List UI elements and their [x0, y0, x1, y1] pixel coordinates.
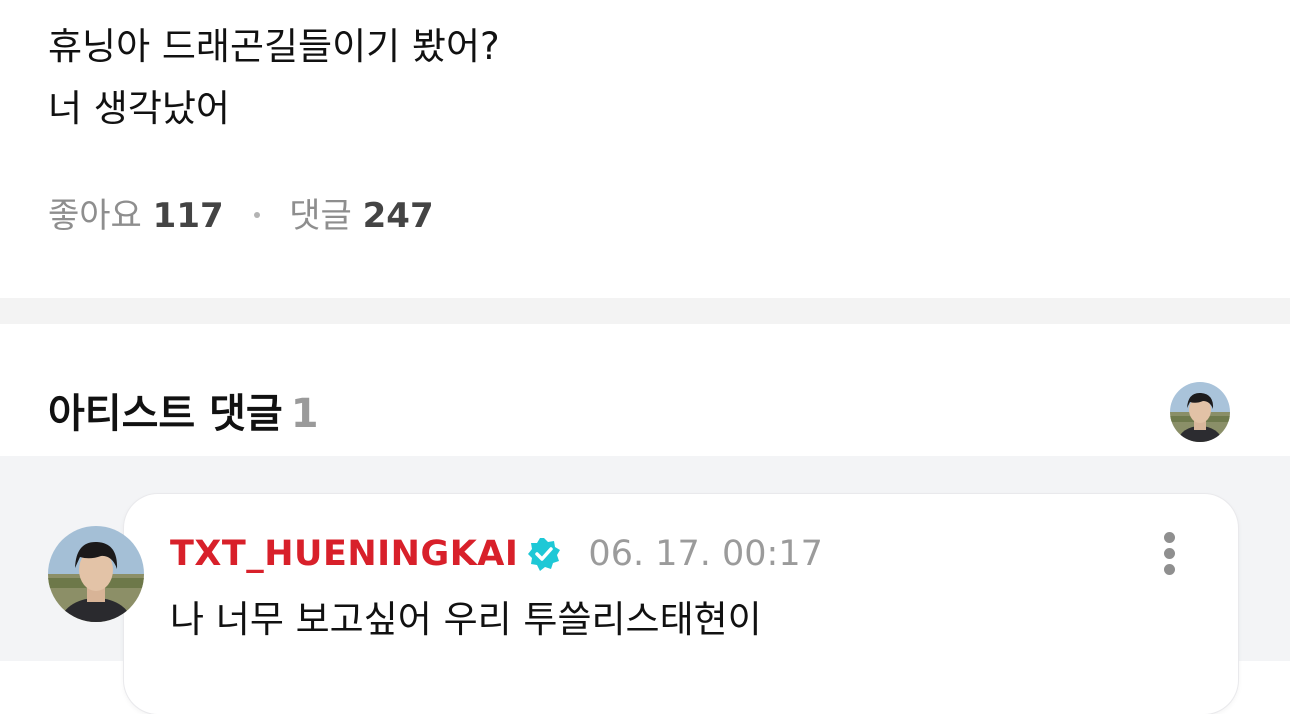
- post-stats: 좋아요 117 댓글 247: [48, 192, 434, 240]
- more-dot-1: [1164, 532, 1175, 543]
- post-body: 휴닝아 드래곤길들이기 봤어? 너 생각났어: [48, 16, 500, 140]
- section-count: 1: [290, 391, 319, 437]
- stat-separator-dot: [254, 211, 261, 218]
- section-title: 아티스트 댓글 1: [48, 390, 319, 438]
- comment-username[interactable]: TXT_HUENINGKAI: [170, 534, 518, 574]
- post-text-line-1: 휴닝아 드래곤길들이기 봤어?: [48, 25, 500, 68]
- commenter-avatar-photo: [48, 526, 144, 622]
- avatar-photo: [1170, 382, 1230, 442]
- section-divider: [0, 298, 1290, 324]
- comments-stat[interactable]: 댓글 247: [289, 196, 433, 236]
- comment-text: 나 너무 보고싶어 우리 투쓸리스태현이: [170, 598, 762, 641]
- comment-header: TXT_HUENINGKAI 06. 17. 00:17: [170, 530, 823, 578]
- artist-avatar[interactable]: [1170, 382, 1230, 442]
- likes-label: 좋아요: [48, 196, 142, 236]
- comments-label: 댓글: [289, 196, 352, 236]
- more-dot-3: [1164, 564, 1175, 575]
- section-title-label: 아티스트 댓글: [48, 391, 283, 437]
- comment-timestamp: 06. 17. 00:17: [588, 534, 823, 574]
- artist-comments-header: 아티스트 댓글 1: [0, 324, 1290, 456]
- verified-badge-icon: [526, 536, 562, 572]
- more-options-icon[interactable]: [1150, 530, 1190, 578]
- more-dot-2: [1164, 548, 1175, 559]
- post-text-line-2: 너 생각났어: [48, 87, 230, 130]
- likes-count: 117: [152, 196, 224, 236]
- likes-stat[interactable]: 좋아요 117: [48, 196, 234, 236]
- post-content: 휴닝아 드래곤길들이기 봤어? 너 생각났어 좋아요 117 댓글 247: [0, 0, 1290, 298]
- commenter-avatar[interactable]: [48, 526, 144, 622]
- comments-count: 247: [362, 196, 434, 236]
